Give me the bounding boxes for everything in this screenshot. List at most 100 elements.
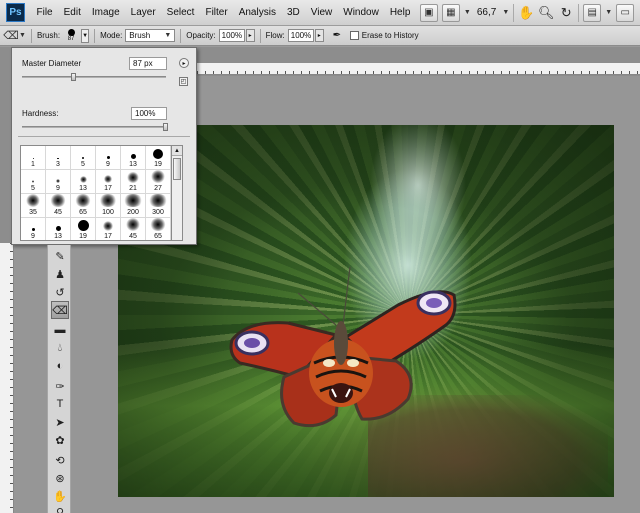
brush-tip-icon bbox=[98, 194, 118, 207]
hand-tool-icon[interactable]: ✋ bbox=[518, 5, 534, 21]
pen-tool-icon[interactable]: ✑ bbox=[51, 377, 69, 395]
brush-preset-item[interactable]: 13 bbox=[71, 170, 96, 194]
menu-filter[interactable]: Filter bbox=[200, 7, 233, 18]
blur-tool-icon[interactable]: 💧︎ bbox=[51, 339, 69, 357]
brush-preset-item[interactable]: 300 bbox=[146, 194, 171, 218]
ruler-horizontal[interactable] bbox=[197, 63, 640, 75]
zoom-tool-icon[interactable]: ⚲ bbox=[51, 503, 69, 513]
brush-preset-item[interactable]: 3 bbox=[46, 146, 71, 170]
brush-preset-item[interactable]: 35 bbox=[21, 194, 46, 218]
opacity-slider-button[interactable]: ▸ bbox=[245, 29, 255, 42]
brush-preset-item[interactable]: 1 bbox=[21, 146, 46, 170]
brush-preset-item[interactable]: 21 bbox=[121, 170, 146, 194]
zoom-tool-icon[interactable]: 🔍︎ bbox=[538, 5, 555, 21]
rotate-view-icon[interactable]: ↻ bbox=[558, 5, 574, 21]
menu-help[interactable]: Help bbox=[384, 7, 416, 18]
brush-preset-item[interactable]: 9 bbox=[96, 146, 121, 170]
menu-select[interactable]: Select bbox=[161, 7, 200, 18]
divider bbox=[513, 3, 515, 22]
panel-menu-icon[interactable]: ▸ bbox=[179, 58, 189, 68]
zoom-level[interactable]: 66,7 bbox=[475, 7, 498, 18]
brush-tip-icon bbox=[31, 228, 35, 231]
opacity-input[interactable]: 100% bbox=[218, 29, 245, 42]
scroll-up-icon[interactable]: ▲ bbox=[172, 146, 182, 156]
brush-preset-item[interactable]: 5 bbox=[21, 170, 46, 194]
arrange-caret-icon[interactable]: ▼ bbox=[605, 9, 612, 16]
launch-bridge-icon[interactable]: ▣ bbox=[419, 3, 438, 22]
brush-picker-dropdown[interactable]: ▼ bbox=[81, 28, 90, 43]
hardness-slider-thumb[interactable] bbox=[163, 123, 168, 131]
master-diameter-input[interactable]: 87 px bbox=[129, 57, 167, 70]
divider bbox=[94, 28, 96, 43]
opacity-label: Opacity: bbox=[186, 31, 216, 40]
view-extras-icon[interactable]: ▦ bbox=[441, 3, 460, 22]
screen-mode-icon[interactable]: ▭ bbox=[616, 3, 635, 22]
ruler-vertical[interactable] bbox=[0, 243, 14, 513]
master-diameter-slider[interactable] bbox=[22, 76, 166, 78]
type-tool-icon[interactable]: T bbox=[51, 395, 69, 413]
brush-preset-item[interactable]: 9 bbox=[46, 170, 71, 194]
divider bbox=[18, 136, 190, 137]
view-extras-caret-icon[interactable]: ▼ bbox=[464, 9, 471, 16]
brush-preset-item[interactable]: 17 bbox=[96, 170, 121, 194]
airbrush-icon[interactable]: ✒ bbox=[330, 29, 344, 43]
brush-dot-icon bbox=[67, 28, 75, 36]
brush-preset-item[interactable]: 13 bbox=[46, 218, 71, 240]
menu-edit[interactable]: Edit bbox=[58, 7, 86, 18]
3d-rotate-tool-icon[interactable]: ⟲ bbox=[51, 451, 69, 469]
hardness-input[interactable]: 100% bbox=[131, 107, 167, 120]
brush-tip-icon bbox=[153, 149, 163, 159]
brush-preset-item[interactable]: 100 bbox=[96, 194, 121, 218]
master-diameter-slider-thumb[interactable] bbox=[70, 73, 76, 81]
brush-size-label: 13 bbox=[129, 161, 137, 168]
path-selection-tool-icon[interactable]: ➤ bbox=[51, 413, 69, 431]
brush-label: Brush: bbox=[36, 31, 61, 40]
flow-input[interactable]: 100% bbox=[287, 29, 314, 42]
brush-preset-item[interactable]: 5 bbox=[71, 146, 96, 170]
gradient-tool-icon[interactable]: ▬ bbox=[51, 321, 69, 339]
arrange-documents-icon[interactable]: ▤ bbox=[583, 3, 602, 22]
brush-preset-item[interactable]: 27 bbox=[146, 170, 171, 194]
preset-scrollbar[interactable]: ▲ bbox=[172, 145, 183, 241]
brush-tip-icon bbox=[31, 180, 35, 183]
brush-preset-item[interactable]: 9 bbox=[21, 218, 46, 240]
3d-orbit-tool-icon[interactable]: ⊛ bbox=[51, 469, 69, 487]
brush-preset-item[interactable]: 200 bbox=[121, 194, 146, 218]
eraser-tool-icon[interactable]: ⌫ bbox=[51, 301, 69, 319]
mode-select[interactable]: Brush ▼ bbox=[125, 29, 176, 42]
brush-size-label: 200 bbox=[127, 209, 139, 216]
tool-preset-caret-icon[interactable]: ▼ bbox=[19, 32, 26, 39]
brush-preset-item[interactable]: 13 bbox=[121, 146, 146, 170]
zoom-caret-icon[interactable]: ▼ bbox=[502, 9, 509, 16]
scrollbar-thumb[interactable] bbox=[173, 158, 181, 180]
menu-image[interactable]: Image bbox=[86, 7, 125, 18]
brush-preset-item[interactable]: 17 bbox=[96, 218, 121, 240]
new-preset-icon[interactable]: ◰ bbox=[179, 77, 188, 86]
menu-3d[interactable]: 3D bbox=[281, 7, 305, 18]
menu-window[interactable]: Window bbox=[338, 7, 385, 18]
brush-preset-item[interactable]: 45 bbox=[121, 218, 146, 240]
brush-size-label: 5 bbox=[31, 185, 35, 192]
hardness-slider[interactable] bbox=[22, 126, 166, 128]
brush-preset-item[interactable]: 19 bbox=[146, 146, 171, 170]
erase-to-history-checkbox[interactable] bbox=[349, 31, 359, 40]
menu-view[interactable]: View bbox=[305, 7, 338, 18]
options-bar: ⌫ ▼ Brush: 87 ▼ Mode: Brush ▼ Opacity: 1… bbox=[0, 26, 640, 46]
brush-tool-icon[interactable]: ✎ bbox=[51, 247, 69, 265]
clone-stamp-tool-icon[interactable]: ♟ bbox=[51, 265, 69, 283]
menu-layer[interactable]: Layer bbox=[125, 7, 161, 18]
menu-analysis[interactable]: Analysis bbox=[233, 7, 281, 18]
brush-size-label: 100 bbox=[102, 209, 114, 216]
history-brush-tool-icon[interactable]: ↺ bbox=[51, 283, 69, 301]
eraser-tool-preset-icon[interactable]: ⌫ bbox=[3, 29, 19, 43]
brush-preview[interactable]: 87 bbox=[63, 28, 79, 43]
dodge-tool-icon[interactable]: ◐ bbox=[51, 357, 69, 375]
custom-shape-tool-icon[interactable]: ✿ bbox=[51, 431, 69, 449]
brush-size-label: 300 bbox=[152, 209, 164, 216]
brush-preset-item[interactable]: 45 bbox=[46, 194, 71, 218]
brush-preset-item[interactable]: 65 bbox=[71, 194, 96, 218]
flow-slider-button[interactable]: ▸ bbox=[314, 29, 324, 42]
menu-file[interactable]: File bbox=[31, 7, 58, 18]
brush-preset-item[interactable]: 19 bbox=[71, 218, 96, 240]
brush-preset-item[interactable]: 65 bbox=[146, 218, 171, 240]
